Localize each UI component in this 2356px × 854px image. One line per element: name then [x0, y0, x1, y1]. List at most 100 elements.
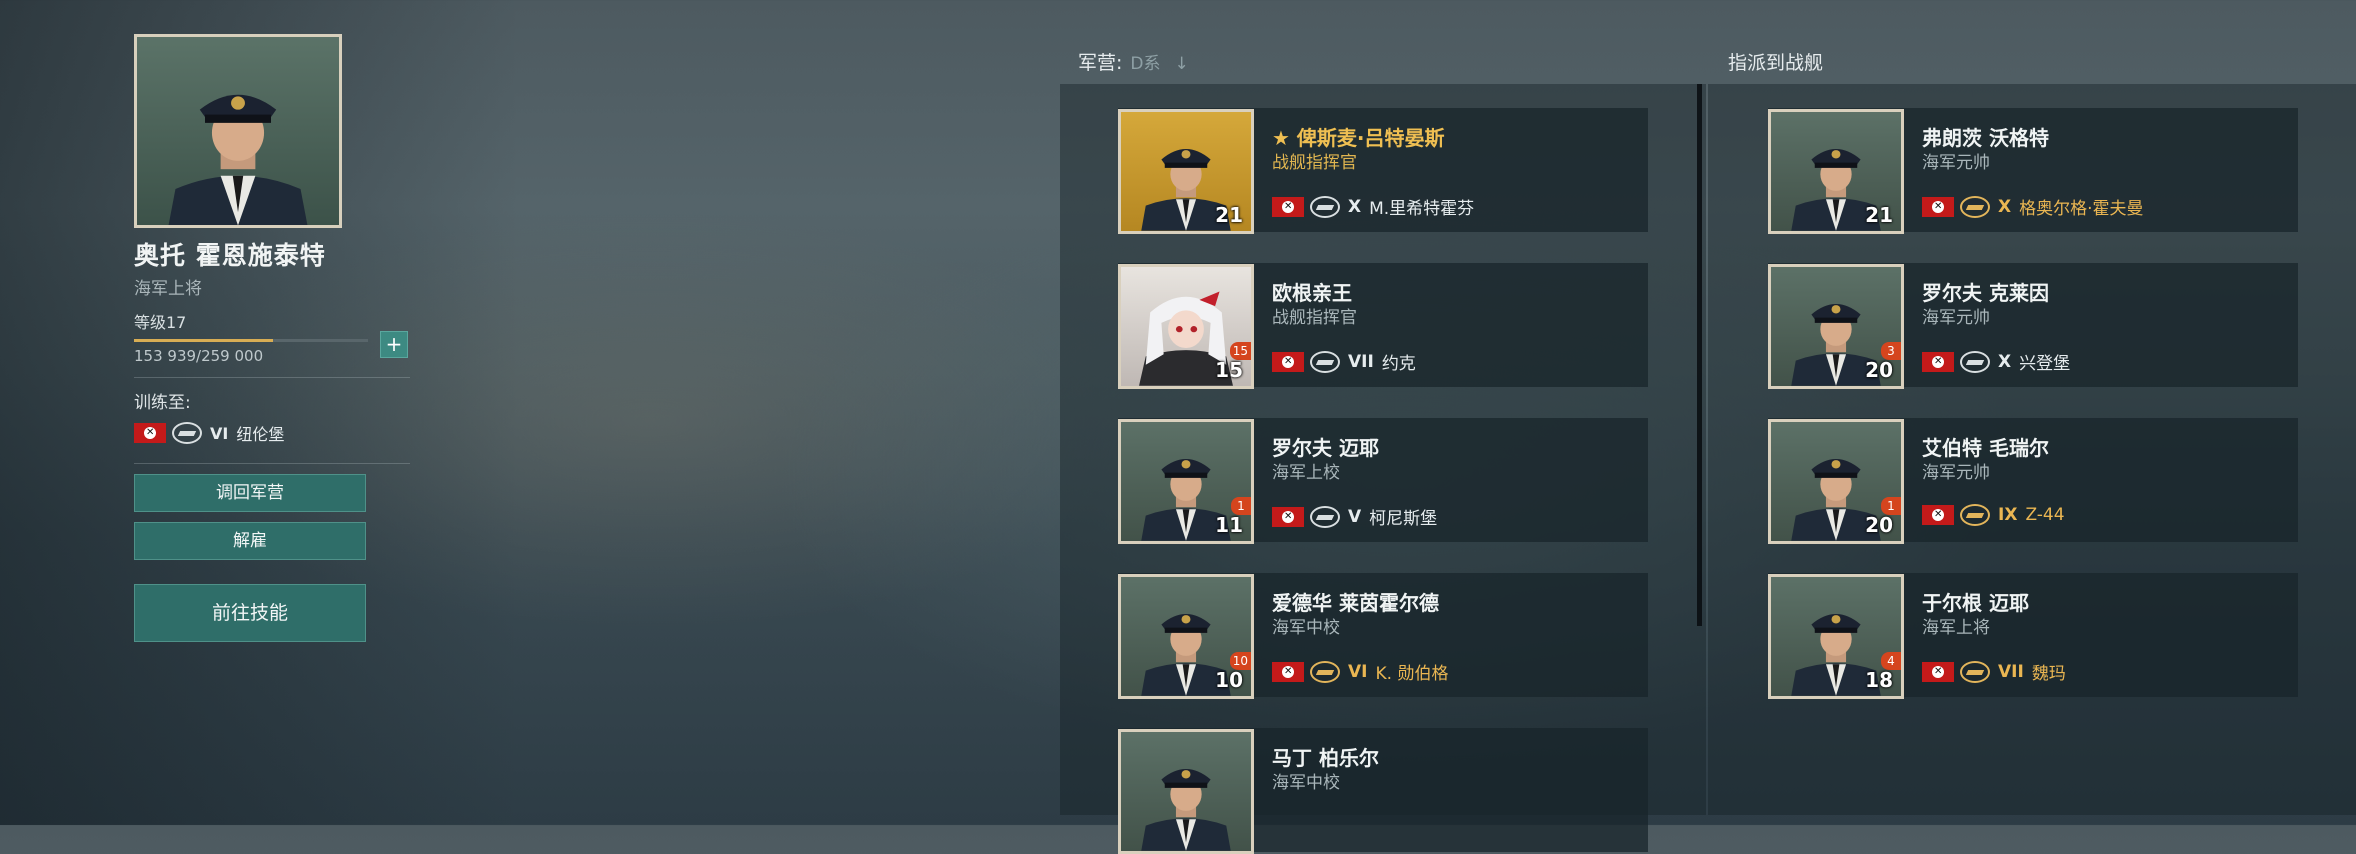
commander-rank: 海军上将 [1922, 618, 1990, 638]
ship-name: 柯尼斯堡 [1369, 509, 1438, 529]
go-to-skills-button[interactable]: 前往技能 [134, 584, 366, 642]
ship-name: Z-44 [2025, 505, 2065, 525]
ship-class-icon [1310, 505, 1340, 528]
commander-rank: 海军中校 [1272, 618, 1340, 638]
commander-name: 弗朗茨 沃格特 [1922, 126, 2049, 150]
ship-tier: VII [1348, 351, 1374, 372]
ship-name: 纽伦堡 [236, 425, 285, 444]
germany-flag-icon [1272, 661, 1304, 682]
ship-name: M.里希特霍芬 [1369, 199, 1475, 219]
commander-name: 于尔根 迈耶 [1922, 591, 2029, 615]
divider [134, 463, 410, 464]
assigned-ship: X 格奥尔格·霍夫曼 [1922, 194, 2144, 219]
commander-portrait: 1 11 [1118, 419, 1254, 544]
commander-name: ★ 俾斯麦·吕特晏斯 [1272, 126, 1445, 150]
add-xp-button[interactable]: + [380, 331, 408, 358]
ship-class-icon [1310, 195, 1340, 218]
commander-rank: 海军中校 [1272, 773, 1340, 793]
assigned-header: 指派到战舰 [1728, 52, 1824, 74]
commander-level: 21 [1865, 203, 1893, 227]
ship-class-icon [1960, 350, 1990, 373]
ship-tier: X [1998, 196, 2012, 217]
germany-flag-icon [1272, 196, 1304, 217]
commander-rank: 海军上校 [1272, 463, 1340, 483]
commander-level: 等级17 [134, 313, 187, 332]
ship-class-icon [1960, 195, 1990, 218]
ship-name: 魏玛 [2031, 664, 2066, 684]
dismiss-button[interactable]: 解雇 [134, 522, 366, 560]
barracks-header: 军营: D系 ↓ [1078, 48, 1189, 75]
germany-flag-icon [1272, 351, 1304, 372]
commander-card[interactable]: 320 罗尔夫 克莱因海军元帅 X 兴登堡 [1768, 263, 2298, 389]
commander-level: 10 [1215, 668, 1243, 692]
assigned-ship: V 柯尼斯堡 [1272, 504, 1437, 529]
ship-tier: V [1348, 506, 1362, 527]
ship-tier: IX [1998, 505, 2018, 525]
ship-name: K. 勋伯格 [1375, 664, 1449, 684]
commander-level: 15 [1215, 358, 1243, 382]
assigned-ship: VI K. 勋伯格 [1272, 659, 1448, 684]
commander-rank: 战舰指挥官 [1272, 308, 1357, 328]
commander-level: 20 [1865, 513, 1893, 537]
ship-tier: VI [210, 423, 229, 443]
return-to-barracks-button[interactable]: 调回军营 [134, 474, 366, 512]
assigned-ship: VII 魏玛 [1922, 659, 2066, 684]
commander-portrait [134, 34, 342, 228]
xp-bar-fill [134, 339, 273, 342]
commander-portrait: 10 10 [1118, 574, 1254, 699]
ship-name: 格奥尔格·霍夫曼 [2019, 199, 2144, 219]
commander-card[interactable]: 马丁 柏乐尔 海军中校 [1118, 728, 1648, 854]
barracks-filter-dropdown[interactable]: D系 [1130, 54, 1160, 74]
germany-flag-icon [1922, 351, 1954, 372]
barracks-scrollbar[interactable] [1697, 84, 1702, 626]
commander-level: 20 [1865, 358, 1893, 382]
commander-level: 21 [1215, 203, 1243, 227]
commander-portrait: 4 18 [1768, 574, 1904, 699]
commander-card[interactable]: 21 弗朗茨 沃格特海军元帅 X 格奥尔格·霍夫曼 [1768, 108, 2298, 234]
germany-flag-icon [134, 423, 166, 443]
commander-rank: 战舰指挥官 [1272, 153, 1357, 173]
commander-card[interactable]: 1010 爱德华 莱茵霍尔德海军中校 VI K. 勋伯格 [1118, 573, 1648, 699]
ship-name: 兴登堡 [2019, 354, 2071, 374]
commander-card[interactable]: 1515 欧根亲王战舰指挥官 VII 约克 [1118, 263, 1648, 389]
assigned-ship: X M.里希特霍芬 [1272, 194, 1474, 219]
assigned-ship: X 兴登堡 [1922, 349, 2070, 374]
ship-class-icon [1310, 350, 1340, 373]
ship-tier: VII [1998, 661, 2024, 682]
commander-rank: 海军元帅 [1922, 153, 1990, 173]
trained-for-label: 训练至: [134, 393, 191, 413]
commander-level: 11 [1215, 513, 1243, 537]
commander-level: 18 [1865, 668, 1893, 692]
commander-rank: 海军元帅 [1922, 463, 1990, 483]
germany-flag-icon [1922, 196, 1954, 217]
commander-card[interactable]: 120 艾伯特 毛瑞尔海军元帅 IX Z-44 [1768, 418, 2298, 544]
commander-portrait: 1 20 [1768, 419, 1904, 544]
commander-portrait: 3 20 [1768, 264, 1904, 389]
assigned-ship: IX Z-44 [1922, 504, 2065, 526]
assigned-ship: VII 约克 [1272, 349, 1416, 374]
commander-card[interactable]: 111 罗尔夫 迈耶海军上校 V 柯尼斯堡 [1118, 418, 1648, 544]
trained-ship: VI 纽伦堡 [134, 421, 410, 445]
divider [134, 377, 410, 378]
commander-name: 欧根亲王 [1272, 281, 1352, 305]
commander-card[interactable]: 418 于尔根 迈耶海军上将 VII 魏玛 [1768, 573, 2298, 699]
commander-name: 罗尔夫 克莱因 [1922, 281, 2049, 305]
germany-flag-icon [1922, 505, 1954, 525]
ship-tier: VI [1348, 661, 1368, 682]
commander-figure-icon [168, 94, 308, 225]
commander-portrait: 21 [1768, 109, 1904, 234]
commander-rank: 海军上将 [134, 279, 202, 299]
xp-progress: 153 939/259 000 + [134, 331, 410, 365]
commander-name: 艾伯特 毛瑞尔 [1922, 436, 2049, 460]
commander-portrait: 21 [1118, 109, 1254, 234]
ship-tier: X [1998, 351, 2012, 372]
ship-name: 约克 [1381, 354, 1416, 374]
commander-name: 奥托 霍恩施泰特 [134, 241, 326, 270]
commander-portrait: 15 15 [1118, 264, 1254, 389]
sort-arrow-icon[interactable]: ↓ [1175, 54, 1189, 74]
ship-class-icon [1310, 660, 1340, 683]
commander-rank: 海军元帅 [1922, 308, 1990, 328]
commander-name: 爱德华 莱茵霍尔德 [1272, 591, 1439, 615]
commander-portrait [1118, 729, 1254, 854]
commander-card[interactable]: 21 ★ 俾斯麦·吕特晏斯战舰指挥官 X M.里希特霍芬 [1118, 108, 1648, 234]
